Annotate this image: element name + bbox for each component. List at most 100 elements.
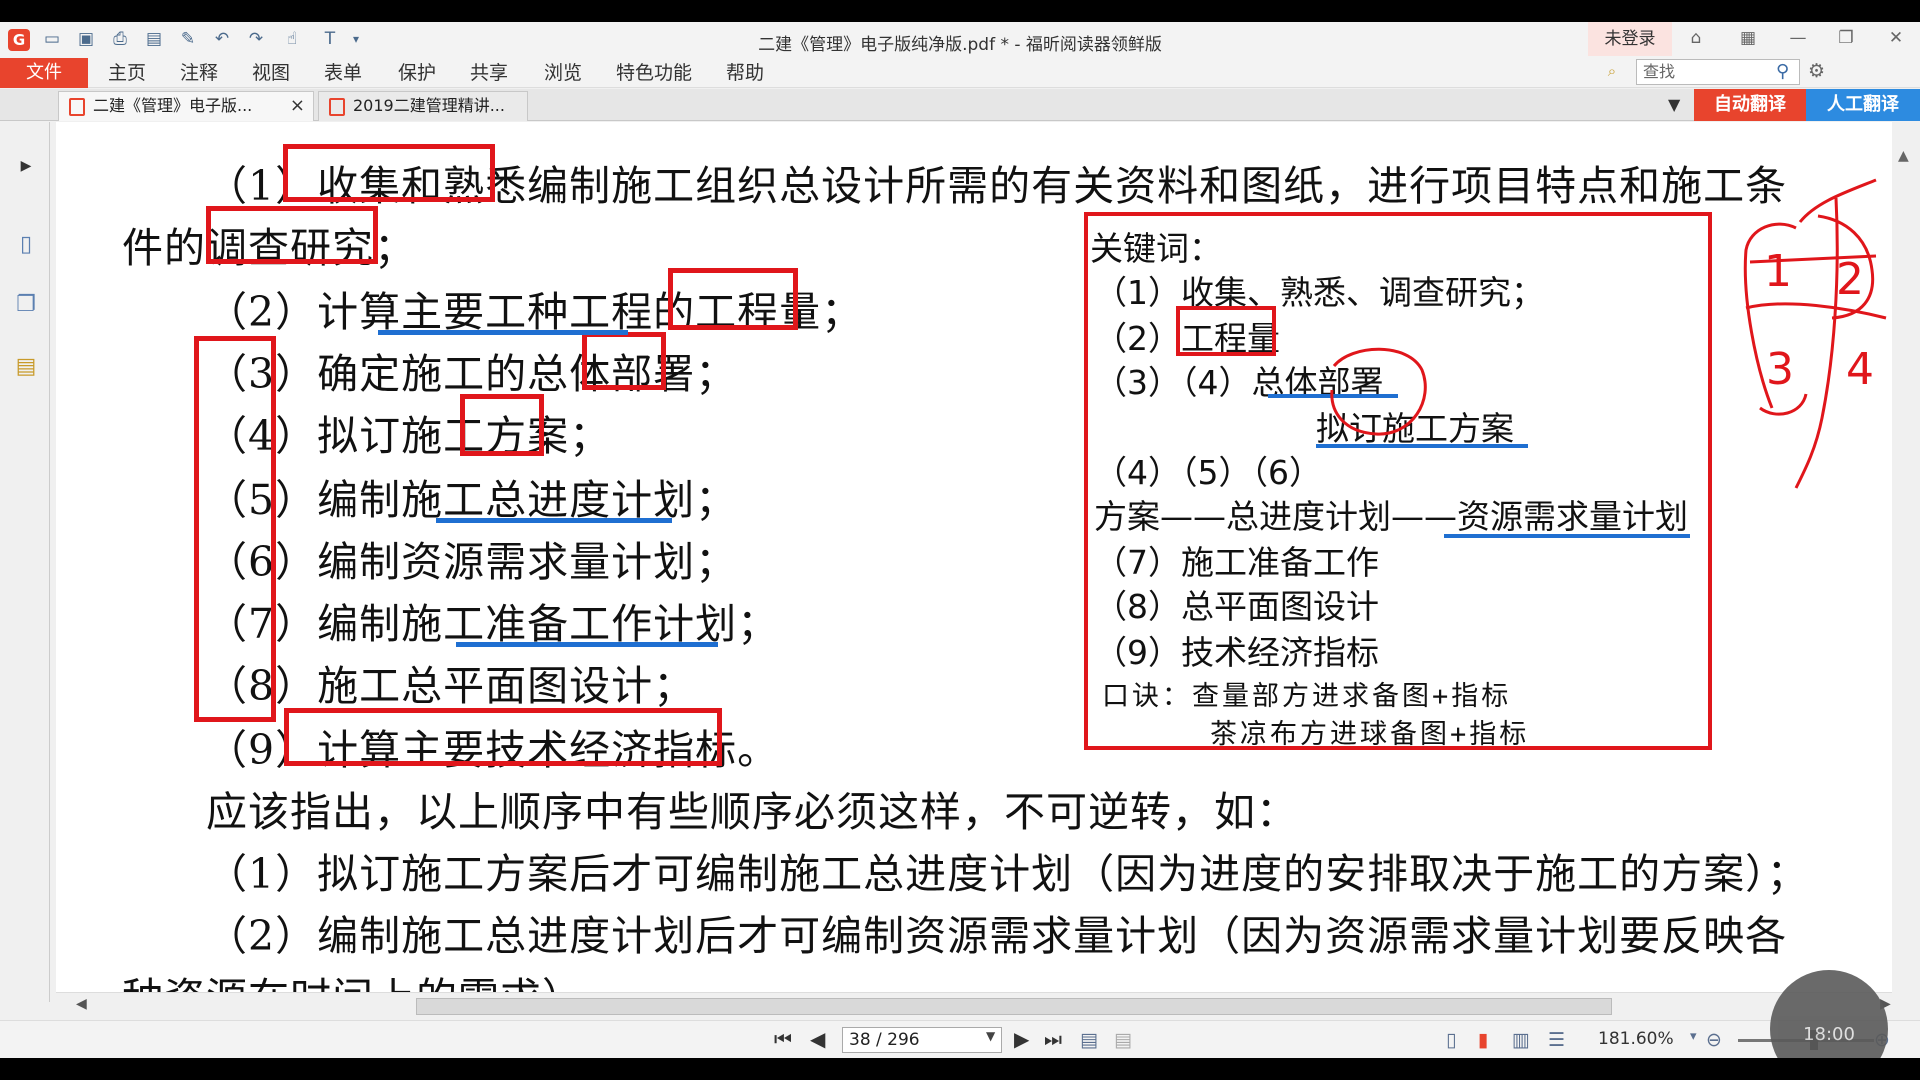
undo-icon[interactable]: ↶ [210,28,234,50]
doc-line-8: （7）编制施工准备工作计划； [206,600,780,648]
underline [436,518,672,523]
tab-document-1[interactable]: 二建《管理》电子版... × [58,91,314,121]
left-sidebar: ▶ ▯ ❐ ▤ [0,122,50,1002]
horizontal-scrollbar[interactable]: ◀ ▶ [56,992,1892,1020]
menu-protect[interactable]: 保护 [398,58,436,88]
scroll-thumb[interactable] [416,998,1612,1015]
keyword-item: 方案——总进度计划——资源需求量计划 [1094,497,1688,536]
highlight-box [283,144,495,202]
auto-translate-button[interactable]: 自动翻译 [1694,89,1806,121]
mnemonic-line-2: 茶凉布方进球备图+指标 [1210,719,1530,750]
highlight-box [668,268,798,330]
document-page: （1）收集和熟悉编制施工组织总设计所需的有关资料和图纸，进行项目特点和施工条 件… [56,122,1892,992]
menu-file[interactable]: 文件 [0,58,88,88]
tab-close-icon[interactable]: × [290,92,305,120]
typewriter-icon[interactable]: T [318,28,342,50]
layout-icon[interactable]: ▦ [1732,26,1764,50]
menu-form[interactable]: 表单 [324,58,362,88]
page-number-input[interactable]: 38 / 296 [842,1027,1002,1053]
doc-line-14: 种资源在时间上的需求）。 [122,964,606,992]
menu-help[interactable]: 帮助 [726,58,764,88]
close-icon[interactable]: ✕ [1880,26,1912,50]
highlight-box [284,708,722,766]
login-button[interactable]: 未登录 [1588,22,1672,56]
menu-share[interactable]: 共享 [470,58,508,88]
zoom-out-icon[interactable]: ⊖ [1706,1029,1722,1051]
scroll-left-icon[interactable]: ◀ [76,996,87,1012]
keyword-item: （1）收集、熟悉、调查研究； [1094,273,1544,312]
tab-bar: 二建《管理》电子版... × 2019二建管理精讲... ▼ 自动翻译 人工翻译 [0,89,1920,121]
search-icon[interactable]: ⚲ [1776,61,1789,82]
previous-view-icon[interactable]: ▤ [1080,1029,1098,1051]
highlight-box [582,332,666,390]
pages-icon[interactable]: ❐ [12,292,40,322]
menu-comment[interactable]: 注释 [180,58,218,88]
gear-icon[interactable]: ⚙ [1808,60,1825,82]
menu-browse[interactable]: 浏览 [544,58,582,88]
continuous-page-icon[interactable]: ▮ [1478,1029,1488,1051]
continuous-facing-icon[interactable]: ☰ [1548,1029,1565,1051]
status-bar: ⏮ ◀ 38 / 296 ▼ ▶ ⏭ ▤ ▤ ▯ ▮ ▥ ☰ 181.60% ▾… [0,1020,1920,1058]
hand-tool-icon[interactable]: ☝ [280,28,304,50]
expand-panel-icon[interactable]: ▶ [12,158,40,188]
menu-home[interactable]: 主页 [108,58,146,88]
keyword-item: （7）施工准备工作 [1094,543,1379,582]
foxit-reader-window: G ▭ ▣ ⎙ ▤ ✎ ↶ ↷ ☝ T ▾ 二建《管理》电子版纯净版.pdf *… [0,22,1920,1058]
scroll-up-icon[interactable]: ▲ [1898,148,1909,164]
print-icon[interactable]: ⎙ [108,28,132,50]
tab-list-dropdown-icon[interactable]: ▼ [1668,95,1680,114]
title-bar: G ▭ ▣ ⎙ ▤ ✎ ↶ ↷ ☝ T ▾ 二建《管理》电子版纯净版.pdf *… [0,22,1920,56]
zoom-level[interactable]: 181.60% [1598,1029,1674,1049]
facing-page-icon[interactable]: ▥ [1512,1029,1530,1051]
mnemonic-line-1: 口诀：查量部方进求备图+指标 [1102,681,1512,712]
find-tool-icon[interactable]: ⌕ [1600,62,1624,84]
create-icon[interactable]: ✎ [176,28,200,50]
handwritten-digit: 3 [1766,344,1794,395]
underline [1444,534,1690,538]
highlight-box [1176,306,1276,356]
prev-page-icon[interactable]: ◀ [810,1027,825,1051]
highlight-box [206,206,378,264]
keywords-title: 关键词： [1090,229,1222,268]
first-page-icon[interactable]: ⏮ [774,1027,792,1051]
next-page-icon[interactable]: ▶ [1014,1027,1029,1051]
last-page-icon[interactable]: ⏭ [1044,1027,1062,1051]
doc-line-13: （2）编制施工总进度计划后才可编制资源需求量计划（因为资源需求量计划要反映各 [206,912,1788,960]
zoom-dropdown-icon[interactable]: ▾ [1690,1029,1697,1044]
bookmark-icon[interactable]: ▯ [12,232,40,262]
vertical-scrollbar[interactable]: ▲ [1892,122,1920,1002]
doc-line-7: （6）编制资源需求量计划； [206,538,738,586]
tab-document-2[interactable]: 2019二建管理精讲... [318,91,528,121]
menu-bar: 文件 主页 注释 视图 表单 保护 共享 浏览 特色功能 帮助 ⌕ 查找 ⚲ ⚙ [0,56,1920,88]
window-title: 二建《管理》电子版纯净版.pdf * - 福昕阅读器领鲜版 [758,35,1162,55]
single-page-icon[interactable]: ▯ [1446,1029,1456,1051]
handwritten-digit: 4 [1846,344,1874,395]
keyword-item: （9）技术经济指标 [1094,633,1379,672]
handwritten-digit: 1 [1764,246,1792,297]
menu-features[interactable]: 特色功能 [616,58,692,88]
underline [1316,444,1528,448]
skin-icon[interactable]: ⌂ [1680,26,1712,50]
tab-label: 2019二建管理精讲... [353,96,505,115]
redo-icon[interactable]: ↷ [244,28,268,50]
minimize-icon[interactable]: — [1782,26,1814,50]
scan-icon[interactable]: ▤ [142,28,166,50]
restore-icon[interactable]: ❐ [1830,26,1862,50]
next-view-icon[interactable]: ▤ [1114,1029,1132,1051]
doc-line-11: 应该指出，以上顺序中有些顺序必须这样，不可逆转，如： [206,788,1298,836]
page-dropdown-icon[interactable]: ▼ [986,1029,995,1043]
customize-dropdown-icon[interactable]: ▾ [344,28,368,50]
underline [456,642,718,647]
menu-view[interactable]: 视图 [252,58,290,88]
handwritten-digit: 2 [1836,254,1864,305]
comments-icon[interactable]: ▤ [12,354,40,384]
human-translate-button[interactable]: 人工翻译 [1806,89,1920,121]
open-icon[interactable]: ▭ [40,28,64,50]
underline [378,330,628,335]
tab-label: 二建《管理》电子版... [93,96,253,115]
keywords-box: 关键词： （1）收集、熟悉、调查研究； （2）工程量 （3）（4）总体部署 拟订… [1084,212,1712,750]
save-icon[interactable]: ▣ [74,28,98,50]
foxit-logo-icon: G [8,29,30,51]
highlight-box [460,394,544,456]
doc-line-9: （8）施工总平面图设计； [206,662,696,710]
